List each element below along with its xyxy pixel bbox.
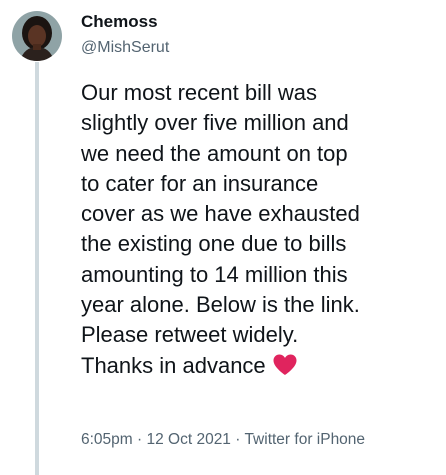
avatar-photo-icon [12, 11, 62, 61]
tweet-text-line: slightly over five million and [81, 110, 349, 136]
meta-separator: · [230, 431, 245, 448]
tweet-card: Chemoss @MishSerut Our most recent bill … [0, 0, 446, 475]
thread-line [35, 62, 39, 475]
tweet-text-line: cover as we have exhausted [81, 201, 360, 227]
tweet-meta: 6:05pm · 12 Oct 2021 · Twitter for iPhon… [81, 431, 365, 449]
meta-separator: · [132, 431, 147, 448]
tweet-date[interactable]: 12 Oct 2021 [146, 431, 230, 448]
tweet-time[interactable]: 6:05pm [81, 431, 133, 448]
tweet-source[interactable]: Twitter for iPhone [244, 431, 365, 448]
tweet-text-line: the existing one due to bills [81, 231, 347, 257]
tweet-text: Our most recent bill was slightly over f… [81, 78, 431, 381]
tweet-text-line: Our most recent bill was [81, 80, 317, 105]
tweet-text-line: Please retweet widely. [81, 322, 299, 348]
tweet-text-line: amounting to 14 million this [81, 261, 348, 287]
tweet-text-line: Thanks in advance [81, 352, 266, 378]
heart-icon [273, 354, 297, 375]
tweet-header: Chemoss @MishSerut [81, 10, 169, 59]
tweet-text-line: to cater for an insurance [81, 170, 319, 196]
user-handle[interactable]: @MishSerut [81, 37, 169, 59]
display-name[interactable]: Chemoss [81, 10, 169, 34]
tweet-text-line: year alone. Below is the link. [81, 292, 360, 318]
tweet-text-line: we need the amount on top [81, 140, 348, 166]
avatar[interactable] [12, 11, 62, 61]
tweet-text-last-line: Thanks in advance [81, 351, 431, 381]
